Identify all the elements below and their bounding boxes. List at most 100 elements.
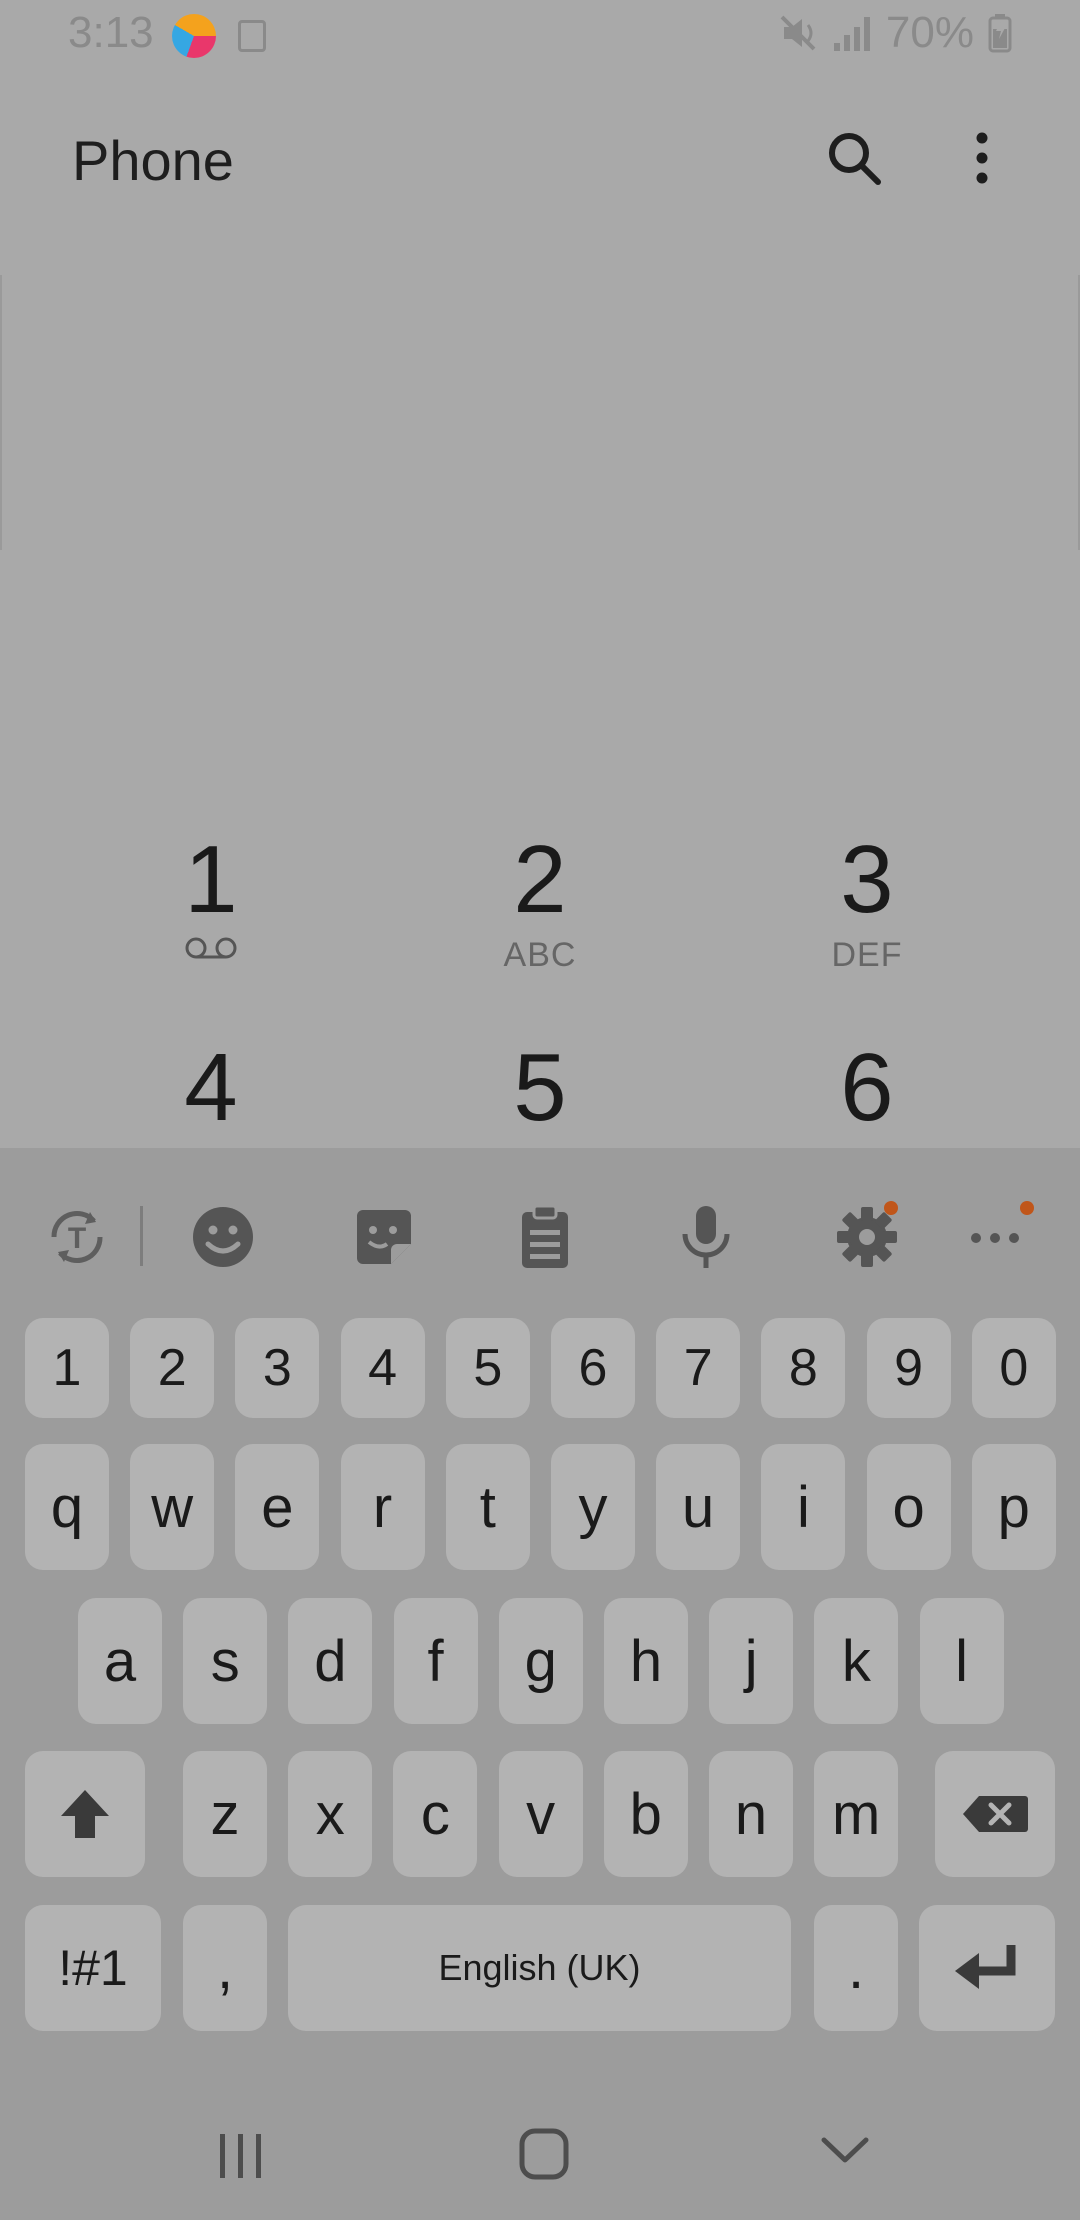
- key-i[interactable]: i: [761, 1444, 846, 1570]
- key-w[interactable]: w: [130, 1444, 215, 1570]
- key-label: 2: [157, 1339, 187, 1397]
- key-label: z: [210, 1781, 240, 1847]
- comma-key[interactable]: ,: [183, 1905, 267, 2031]
- dial-digit: 3: [840, 826, 894, 933]
- key-3[interactable]: 3: [235, 1318, 320, 1418]
- key-6[interactable]: 6: [551, 1318, 635, 1418]
- key-label: .: [847, 1935, 865, 2001]
- more-options-icon[interactable]: [960, 128, 1004, 188]
- enter-icon: [955, 1945, 1016, 1989]
- key-h[interactable]: h: [604, 1598, 688, 1724]
- voicemail-icon: [185, 937, 237, 959]
- key-4[interactable]: 4: [340, 1318, 425, 1418]
- key-k[interactable]: k: [814, 1598, 899, 1724]
- dial-key-1[interactable]: 1: [46, 825, 376, 995]
- key-label: 6: [578, 1339, 608, 1397]
- key-label: q: [50, 1474, 84, 1540]
- key-c[interactable]: c: [393, 1751, 478, 1877]
- mute-icon: [780, 15, 816, 51]
- key-label: m: [832, 1781, 881, 1847]
- key-n[interactable]: n: [709, 1751, 793, 1877]
- backspace-key[interactable]: [935, 1751, 1055, 1877]
- key-label: 7: [683, 1339, 713, 1397]
- key-label: c: [420, 1781, 450, 1847]
- key-l[interactable]: l: [919, 1598, 1004, 1724]
- key-z[interactable]: z: [183, 1751, 267, 1877]
- key-label: 1: [52, 1339, 82, 1397]
- key-label: t: [479, 1474, 496, 1540]
- key-8[interactable]: 8: [761, 1318, 846, 1418]
- app-bar: Phone: [0, 100, 1080, 220]
- key-y[interactable]: y: [551, 1444, 635, 1570]
- dial-key-3[interactable]: 3 DEF: [702, 825, 1032, 995]
- key-0[interactable]: 0: [971, 1318, 1056, 1418]
- key-label: 5: [473, 1339, 503, 1397]
- key-label: w: [151, 1474, 194, 1540]
- key-label: a: [103, 1628, 137, 1694]
- enter-key[interactable]: [919, 1905, 1055, 2031]
- key-label: 4: [368, 1339, 398, 1397]
- hide-keyboard-icon[interactable]: [820, 2134, 870, 2168]
- status-right: 70%: [778, 8, 1012, 58]
- key-d[interactable]: d: [288, 1598, 373, 1724]
- key-1[interactable]: 1: [25, 1318, 109, 1418]
- key-r[interactable]: r: [340, 1444, 425, 1570]
- key-label: 3: [262, 1339, 292, 1397]
- key-s[interactable]: s: [183, 1598, 268, 1724]
- key-label: ,: [216, 1935, 234, 2001]
- key-label: i: [796, 1474, 810, 1540]
- shift-icon: [61, 1790, 109, 1838]
- status-time: 3:13: [68, 8, 154, 57]
- key-7[interactable]: 7: [656, 1318, 741, 1418]
- backspace-icon: [963, 1796, 1028, 1832]
- key-9[interactable]: 9: [866, 1318, 951, 1418]
- dial-digit: 2: [513, 826, 567, 933]
- keyboard-keys: 1 2 3 4 5 6 7 8 9 0 q w e r t y u i o p a s d f g h j k l z x c v b n m !#1,…: [0, 1148, 1080, 2220]
- key-label: j: [744, 1628, 758, 1694]
- dial-letters: ABC: [503, 936, 577, 974]
- dial-letters: DEF: [831, 936, 903, 974]
- key-u[interactable]: u: [656, 1444, 741, 1570]
- key-label: 0: [999, 1339, 1029, 1397]
- home-icon[interactable]: [518, 2126, 570, 2184]
- key-label: o: [892, 1474, 925, 1540]
- key-o[interactable]: o: [866, 1444, 951, 1570]
- key-label: 8: [788, 1339, 818, 1397]
- key-q[interactable]: q: [25, 1444, 109, 1570]
- key-label: f: [427, 1628, 444, 1694]
- key-label: y: [578, 1474, 608, 1540]
- key-f[interactable]: f: [393, 1598, 478, 1724]
- key-t[interactable]: t: [445, 1444, 530, 1570]
- key-label: v: [526, 1781, 556, 1847]
- keyboard: T 1 2 3 4 5 6 7 8 9 0 q w e r t y u i o …: [0, 1148, 1080, 2220]
- key-m[interactable]: m: [814, 1751, 899, 1877]
- key-label: e: [261, 1474, 294, 1540]
- search-icon[interactable]: [824, 128, 884, 188]
- space-key[interactable]: English (UK): [288, 1905, 791, 2031]
- key-e[interactable]: e: [235, 1444, 320, 1570]
- key-label: d: [314, 1628, 347, 1694]
- key-label: g: [524, 1628, 557, 1694]
- page-title: Phone: [72, 129, 234, 192]
- key-label: s: [210, 1628, 240, 1694]
- shift-key[interactable]: [25, 1751, 145, 1877]
- key-label: English (UK): [438, 1947, 641, 1988]
- key-label: p: [997, 1474, 1030, 1540]
- key-2[interactable]: 2: [130, 1318, 215, 1418]
- key-x[interactable]: x: [288, 1751, 373, 1877]
- key-a[interactable]: a: [78, 1598, 162, 1724]
- recent-apps-icon[interactable]: [218, 2128, 264, 2184]
- key-p[interactable]: p: [971, 1444, 1056, 1570]
- key-v[interactable]: v: [498, 1751, 583, 1877]
- key-label: !#1: [58, 1940, 128, 1996]
- key-b[interactable]: b: [603, 1751, 688, 1877]
- key-j[interactable]: j: [709, 1598, 794, 1724]
- status-bar: 3:13 70%: [0, 0, 1080, 75]
- key-label: k: [841, 1628, 871, 1694]
- period-key[interactable]: .: [814, 1905, 898, 2031]
- key-g[interactable]: g: [498, 1598, 583, 1724]
- key-5[interactable]: 5: [445, 1318, 530, 1418]
- dial-key-2[interactable]: 2 ABC: [375, 825, 705, 995]
- symbols-key[interactable]: !#1: [25, 1905, 161, 2031]
- dial-digit: 6: [840, 1034, 894, 1141]
